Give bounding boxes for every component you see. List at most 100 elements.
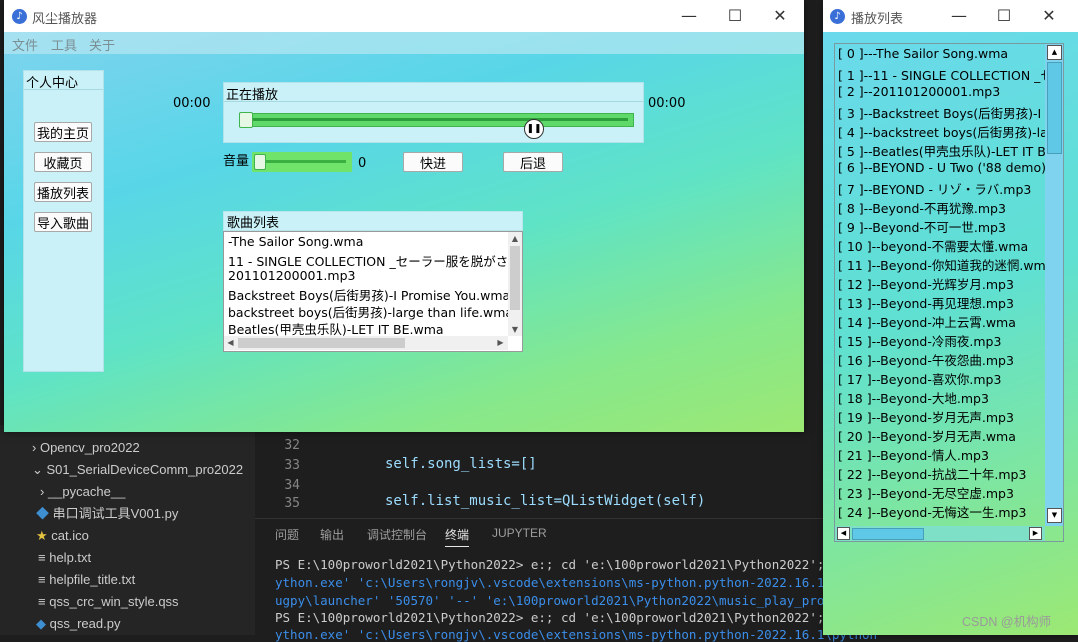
list-item[interactable]: [ 21 ]--Beyond-情人.mp3 xyxy=(838,445,989,464)
scroll-right-icon[interactable]: ▶ xyxy=(1029,527,1042,540)
scroll-thumb[interactable] xyxy=(238,338,405,348)
maximize-button[interactable]: ☐ xyxy=(984,4,1024,28)
list-item[interactable]: 201101200001.mp3 xyxy=(228,268,355,283)
tree-file-helpfile-title[interactable]: ≡ helpfile_title.txt xyxy=(38,569,135,591)
list-item[interactable]: [ 12 ]--Beyond-光辉岁月.mp3 xyxy=(838,274,1014,293)
scroll-down-icon[interactable]: ▼ xyxy=(1047,508,1062,523)
terminal-line: PS E:\100proworld2021\Python2022> e:; cd… xyxy=(275,557,862,572)
list-item[interactable]: [ 13 ]--Beyond-再见理想.mp3 xyxy=(838,293,1014,312)
vertical-scrollbar[interactable]: ▲ ▼ xyxy=(508,232,522,336)
tree-folder-serial[interactable]: ⌄ S01_SerialDeviceComm_pro2022 xyxy=(32,459,243,481)
tree-file-serial-tool[interactable]: ◆ 串口调试工具V001.py xyxy=(36,503,178,525)
code-line-33[interactable]: self.song_lists=[] xyxy=(385,456,537,472)
menu-file[interactable]: 文件 xyxy=(12,35,38,54)
my-home-button[interactable]: 我的主页 xyxy=(34,122,92,142)
tree-file-qss-style[interactable]: ≡ qss_crc_win_style.qss xyxy=(38,591,179,613)
scroll-down-icon[interactable]: ▼ xyxy=(508,323,522,336)
menu-about[interactable]: 关于 xyxy=(89,35,115,54)
list-item[interactable]: [ 15 ]--Beyond-冷雨夜.mp3 xyxy=(838,331,1001,350)
scroll-left-icon[interactable]: ◀ xyxy=(224,336,237,350)
playlist-list[interactable]: [ 0 ]---The Sailor Song.wma [ 1 ]--11 - … xyxy=(834,43,1064,542)
close-button[interactable]: ✕ xyxy=(1029,4,1069,28)
tab-output[interactable]: 输出 xyxy=(320,526,344,543)
list-item[interactable]: [ 8 ]--Beyond-不再犹豫.mp3 xyxy=(838,198,1006,217)
tab-terminal[interactable]: 终端 xyxy=(445,526,470,547)
list-item[interactable]: [ 4 ]--backstreet boys(后街男孩)-large than xyxy=(838,122,1045,141)
scroll-left-icon[interactable]: ◀ xyxy=(837,527,850,540)
list-item[interactable]: -The Sailor Song.wma xyxy=(228,234,363,249)
tab-debug-console[interactable]: 调试控制台 xyxy=(367,526,427,543)
tree-label: S01_SerialDeviceComm_pro2022 xyxy=(46,462,244,477)
tree-label: qss_crc_win_style.qss xyxy=(49,594,179,609)
list-item[interactable]: [ 22 ]--Beyond-抗战二十年.mp3 xyxy=(838,464,1026,483)
horizontal-scrollbar[interactable]: ◀ ▶ xyxy=(224,336,508,350)
minimize-button[interactable]: — xyxy=(669,4,709,28)
list-item[interactable]: [ 10 ]--beyond-不需要太懂.wma xyxy=(838,236,1028,255)
volume-handle[interactable] xyxy=(254,154,266,170)
tree-file-cat-ico[interactable]: ★ cat.ico xyxy=(36,525,89,547)
text-file-icon: ≡ xyxy=(38,550,46,565)
close-button[interactable]: ✕ xyxy=(760,4,800,28)
divider xyxy=(24,89,103,90)
maximize-button[interactable]: ☐ xyxy=(715,4,755,28)
scroll-up-icon[interactable]: ▲ xyxy=(508,232,522,245)
vertical-scrollbar[interactable]: ▲ ▼ xyxy=(1045,44,1063,526)
scroll-right-icon[interactable]: ▶ xyxy=(494,336,507,350)
list-item[interactable]: [ 14 ]--Beyond-冲上云霄.wma xyxy=(838,312,1016,331)
scroll-thumb[interactable] xyxy=(1047,62,1062,154)
volume-slider[interactable] xyxy=(252,152,352,172)
song-list-title: 歌曲列表 xyxy=(223,211,523,231)
scroll-thumb[interactable] xyxy=(852,528,924,540)
divider xyxy=(224,101,643,102)
fast-forward-button[interactable]: 快进 xyxy=(403,152,463,172)
playlist-button[interactable]: 播放列表 xyxy=(34,182,92,202)
personal-center-panel: 个人中心 我的主页 收藏页 播放列表 导入歌曲 xyxy=(23,70,104,372)
rewind-button[interactable]: 后退 xyxy=(503,152,563,172)
tree-folder-opencv[interactable]: › Opencv_pro2022 xyxy=(32,437,140,459)
list-item[interactable]: [ 18 ]--Beyond-大地.mp3 xyxy=(838,388,989,407)
horizontal-scrollbar[interactable]: ◀ ▶ xyxy=(835,526,1045,541)
volume-label: 音量 xyxy=(223,154,250,169)
scroll-thumb[interactable] xyxy=(510,246,520,310)
list-item[interactable]: [ 7 ]--BEYOND - リゾ・ラバ.mp3 xyxy=(838,179,1031,198)
list-item[interactable]: [ 24 ]--Beyond-无悔这一生.mp3 xyxy=(838,502,1026,521)
list-item[interactable]: [ 5 ]--Beatles(甲壳虫乐队)-LET IT BE.wma xyxy=(838,141,1045,160)
scroll-up-icon[interactable]: ▲ xyxy=(1047,45,1062,60)
pause-icon[interactable]: ❚❚ xyxy=(524,119,544,139)
tree-folder-pycache[interactable]: › __pycache__ xyxy=(40,481,125,503)
song-list[interactable]: -The Sailor Song.wma 11 - SINGLE COLLECT… xyxy=(223,231,523,352)
list-item[interactable]: [ 11 ]--Beyond-你知道我的迷惘.wma xyxy=(838,255,1045,274)
import-songs-button[interactable]: 导入歌曲 xyxy=(34,212,92,232)
line-number: 35 xyxy=(284,496,300,511)
progress-slider[interactable] xyxy=(239,112,634,128)
list-item[interactable]: [ 20 ]--Beyond-岁月无声.wma xyxy=(838,426,1016,445)
list-item[interactable]: [ 17 ]--Beyond-喜欢你.mp3 xyxy=(838,369,1001,388)
list-item[interactable]: [ 16 ]--Beyond-午夜怨曲.mp3 xyxy=(838,350,1014,369)
panel-tabs: 问题 输出 调试控制台 终端 JUPYTER xyxy=(255,518,825,547)
list-item[interactable]: [ 0 ]---The Sailor Song.wma xyxy=(838,46,1008,61)
list-item[interactable]: [ 3 ]--Backstreet Boys(后街男孩)-I Promise xyxy=(838,103,1045,122)
list-item[interactable]: [ 19 ]--Beyond-岁月无声.mp3 xyxy=(838,407,1014,426)
code-line-35[interactable]: self.list_music_list=QListWidget(self) xyxy=(385,493,705,509)
list-item[interactable]: [ 23 ]--Beyond-无尽空虚.mp3 xyxy=(838,483,1014,502)
list-item[interactable]: [ 2 ]--201101200001.mp3 xyxy=(838,84,1000,99)
tab-problems[interactable]: 问题 xyxy=(275,526,299,543)
watermark: CSDN @机构师 xyxy=(962,615,1052,629)
tree-label: helpfile_title.txt xyxy=(49,572,136,587)
volume-value: 0 xyxy=(358,156,367,171)
menu-tools[interactable]: 工具 xyxy=(51,35,77,54)
list-item[interactable]: [ 9 ]--Beyond-不可一世.mp3 xyxy=(838,217,1006,236)
now-playing-panel: 正在播放 ❚❚ xyxy=(223,82,644,143)
list-item[interactable]: [ 1 ]--11 - SINGLE COLLECTION _セーラー服 xyxy=(838,65,1045,84)
list-item[interactable]: [ 6 ]--BEYOND - U Two ('88 demo).mp3 xyxy=(838,160,1045,175)
tab-jupyter[interactable]: JUPYTER xyxy=(492,526,547,540)
tree-file-qss-read[interactable]: ◆ qss_read.py xyxy=(36,613,120,635)
tree-file-help[interactable]: ≡ help.txt xyxy=(38,547,91,569)
minimize-button[interactable]: — xyxy=(939,4,979,28)
python-file-icon: ◆ xyxy=(36,616,46,631)
favorites-button[interactable]: 收藏页 xyxy=(34,152,92,172)
tree-label: cat.ico xyxy=(51,528,89,543)
progress-handle[interactable] xyxy=(239,112,253,128)
playlist-viewport: [ 0 ]---The Sailor Song.wma [ 1 ]--11 - … xyxy=(835,44,1045,526)
tree-label: Opencv_pro2022 xyxy=(39,440,140,455)
